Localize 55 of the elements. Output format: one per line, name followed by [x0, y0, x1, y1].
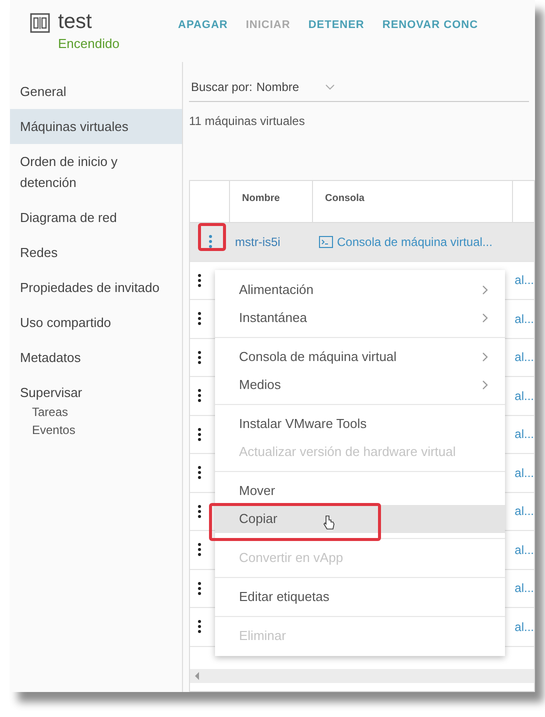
sidebar-item[interactable]: General	[10, 74, 182, 109]
row-actions-icon[interactable]	[196, 426, 204, 443]
console-icon	[319, 236, 333, 248]
chevron-right-icon	[482, 380, 489, 390]
console-link[interactable]: al...	[514, 386, 534, 405]
hand-cursor-icon	[323, 515, 335, 531]
menu-item[interactable]: Instantánea	[215, 304, 505, 332]
menu-item[interactable]: Consola de máquina virtual	[215, 343, 505, 371]
console-link[interactable]: al...	[514, 618, 534, 636]
sidebar-item[interactable]: Diagrama de red	[10, 200, 182, 235]
menu-item[interactable]: Medios	[215, 371, 505, 399]
row-actions-icon[interactable]	[196, 541, 204, 558]
sidebar-item[interactable]: Propiedades de invitado	[10, 270, 182, 305]
row-actions-icon[interactable]	[196, 348, 204, 366]
chevron-right-icon	[482, 285, 489, 295]
console-link[interactable]: al...	[514, 579, 534, 598]
menu-item[interactable]: Instalar VMware Tools	[215, 410, 505, 438]
vm-name-link[interactable]: mstr-is5i	[235, 234, 280, 249]
sidebar-item[interactable]: Redes	[10, 235, 182, 270]
row-actions-icon[interactable]	[196, 272, 204, 289]
menu-item[interactable]: Alimentación	[215, 276, 505, 304]
sidebar-item[interactable]: Metadatos	[10, 340, 182, 375]
vm-title: test	[58, 10, 93, 34]
chevron-right-icon	[482, 352, 489, 362]
menu-item[interactable]: Editar etiquetas	[215, 583, 505, 611]
vm-count: 11 máquinas virtuales	[189, 113, 305, 130]
row-actions-icon[interactable]	[196, 464, 204, 482]
row-actions-icon[interactable]	[196, 310, 204, 328]
row-actions-icon[interactable]	[196, 387, 204, 404]
chevron-right-icon	[482, 313, 489, 323]
console-link[interactable]: al...	[514, 540, 534, 559]
row-actions-icon[interactable]	[196, 502, 204, 520]
search-dropdown[interactable]: Buscar por: Nombre	[189, 72, 529, 102]
column-header[interactable]: Nombre	[242, 193, 280, 204]
sidebar-item[interactable]: Orden de inicio y detención	[10, 144, 182, 200]
power-status: Encendido	[58, 35, 120, 53]
sidebar-item[interactable]: Máquinas virtuales	[10, 109, 182, 144]
console-link[interactable]: al...	[514, 348, 534, 366]
console-link[interactable]: al...	[514, 271, 534, 290]
sidebar-item[interactable]: Supervisar	[10, 375, 182, 403]
console-link[interactable]: al...	[514, 310, 534, 328]
sidebar-item[interactable]: Uso compartido	[10, 305, 182, 340]
console-link[interactable]: al...	[514, 425, 534, 444]
menu-item[interactable]: Copiar	[215, 505, 505, 533]
chevron-down-icon	[325, 84, 336, 90]
column-header[interactable]: Consola	[325, 193, 364, 204]
sidebar-subitem[interactable]: Tareas	[10, 403, 182, 421]
row-actions-icon[interactable]	[196, 580, 204, 597]
sidebar-subitem[interactable]: Eventos	[10, 421, 182, 439]
vm-group-icon	[30, 13, 50, 33]
row-actions-icon[interactable]	[196, 618, 204, 636]
menu-item[interactable]: Mover	[215, 477, 505, 505]
console-link[interactable]: al...	[514, 464, 534, 482]
table-row[interactable]: mstr-is5i Consola de máquina virtual...	[190, 223, 534, 262]
console-link[interactable]: al...	[514, 502, 534, 520]
